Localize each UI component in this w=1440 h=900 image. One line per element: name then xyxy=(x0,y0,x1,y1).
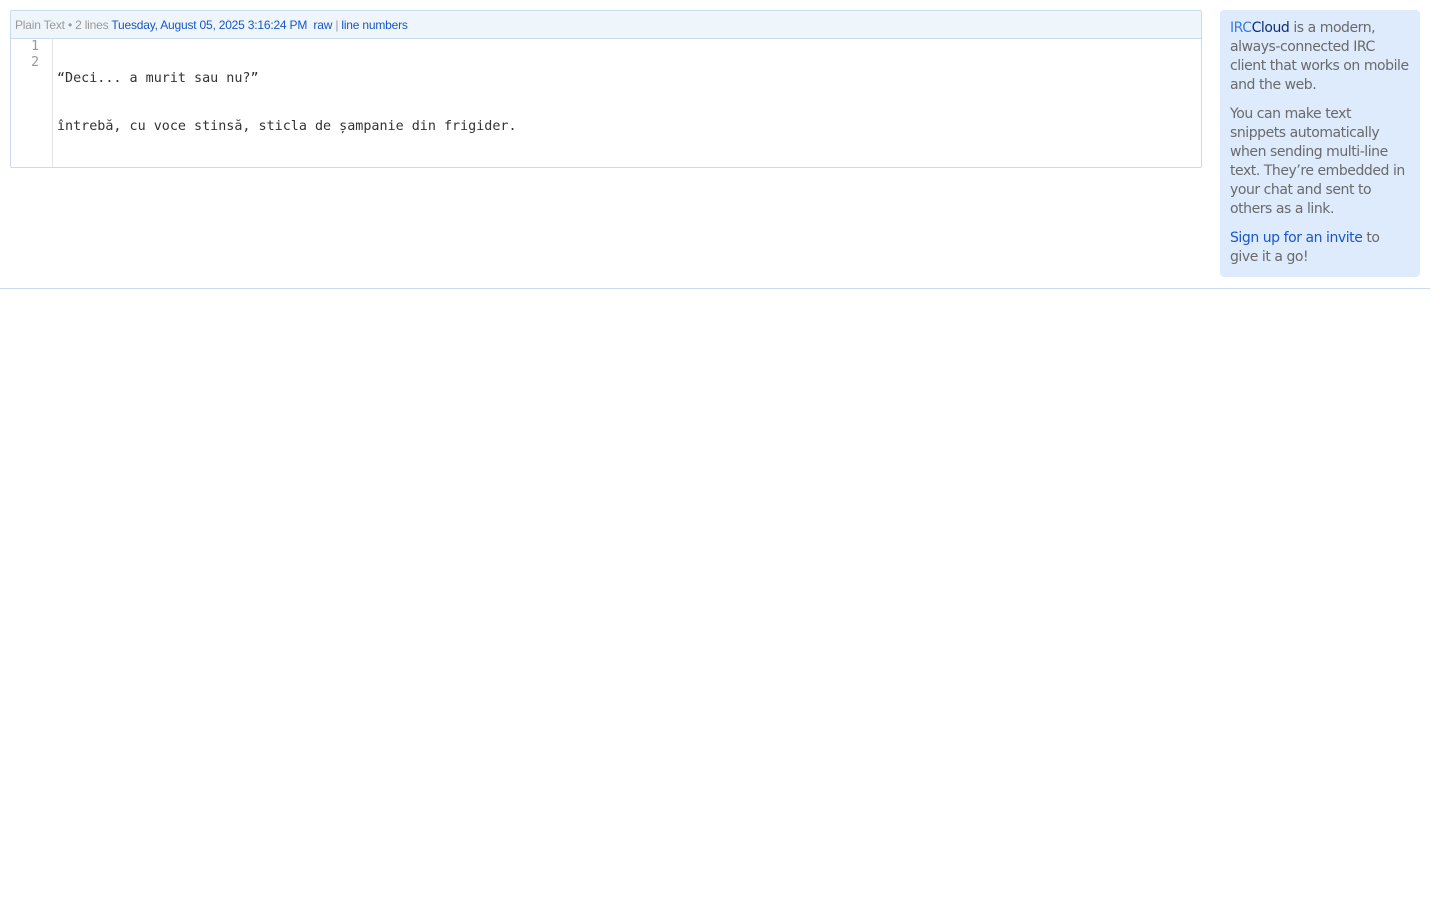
line-number-gutter: 1 2 xyxy=(11,39,53,167)
snippet-panel: Plain Text • 2 lines Tuesday, August 05,… xyxy=(10,10,1202,168)
code-lines: “Deci... a murit sau nu?” întrebă, cu vo… xyxy=(53,39,517,167)
language-label: Plain Text xyxy=(15,18,65,32)
timestamp-link[interactable]: Tuesday, August 05, 2025 3:16:24 PM xyxy=(111,18,307,32)
raw-link[interactable]: raw xyxy=(313,18,332,32)
promo-box: IRCCloud is a modern, always-connected I… xyxy=(1220,10,1420,277)
promo-intro: IRCCloud is a modern, always-connected I… xyxy=(1230,19,1410,95)
line-number: 2 xyxy=(30,55,39,70)
line-number: 1 xyxy=(30,39,39,54)
code-line: “Deci... a murit sau nu?” xyxy=(57,71,259,86)
footer-divider xyxy=(0,288,1430,289)
bullet-separator: • xyxy=(67,18,72,32)
brand-irc-link[interactable]: IRC xyxy=(1230,20,1252,36)
signup-link[interactable]: Sign up for an invite xyxy=(1230,230,1363,246)
line-numbers-toggle[interactable]: line numbers xyxy=(341,18,408,32)
snippet-header: Plain Text • 2 lines Tuesday, August 05,… xyxy=(11,11,1201,39)
code-line: întrebă, cu voce stinsă, sticla de șampa… xyxy=(57,119,517,134)
promo-paragraph: You can make text snippets automatically… xyxy=(1230,106,1405,217)
line-count: 2 lines xyxy=(75,18,109,32)
code-block: 1 2 “Deci... a murit sau nu?” întrebă, c… xyxy=(11,39,1201,167)
pipe-separator: | xyxy=(335,18,339,32)
promo-signup: Sign up for an invite to give it a go! xyxy=(1230,229,1410,267)
brand-cloud-link[interactable]: Cloud xyxy=(1252,20,1290,36)
page: Plain Text • 2 lines Tuesday, August 05,… xyxy=(0,0,1440,900)
